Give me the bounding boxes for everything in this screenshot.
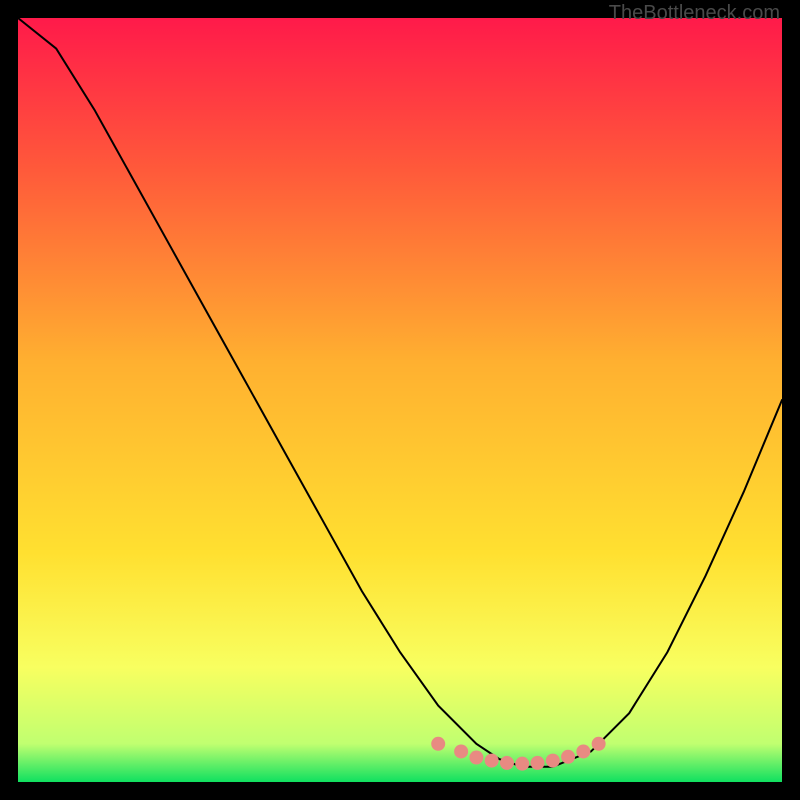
chart-background [18, 18, 782, 782]
chart-svg [18, 18, 782, 782]
marker-point [485, 754, 499, 768]
marker-point [500, 756, 514, 770]
marker-point [454, 744, 468, 758]
marker-point [561, 750, 575, 764]
marker-point [531, 756, 545, 770]
plot-area [18, 18, 782, 782]
watermark-text: TheBottleneck.com [609, 2, 780, 25]
marker-point [546, 754, 560, 768]
marker-point [515, 757, 529, 771]
marker-point [576, 744, 590, 758]
marker-point [592, 737, 606, 751]
marker-point [431, 737, 445, 751]
chart-container: TheBottleneck.com [0, 0, 800, 800]
marker-point [469, 751, 483, 765]
